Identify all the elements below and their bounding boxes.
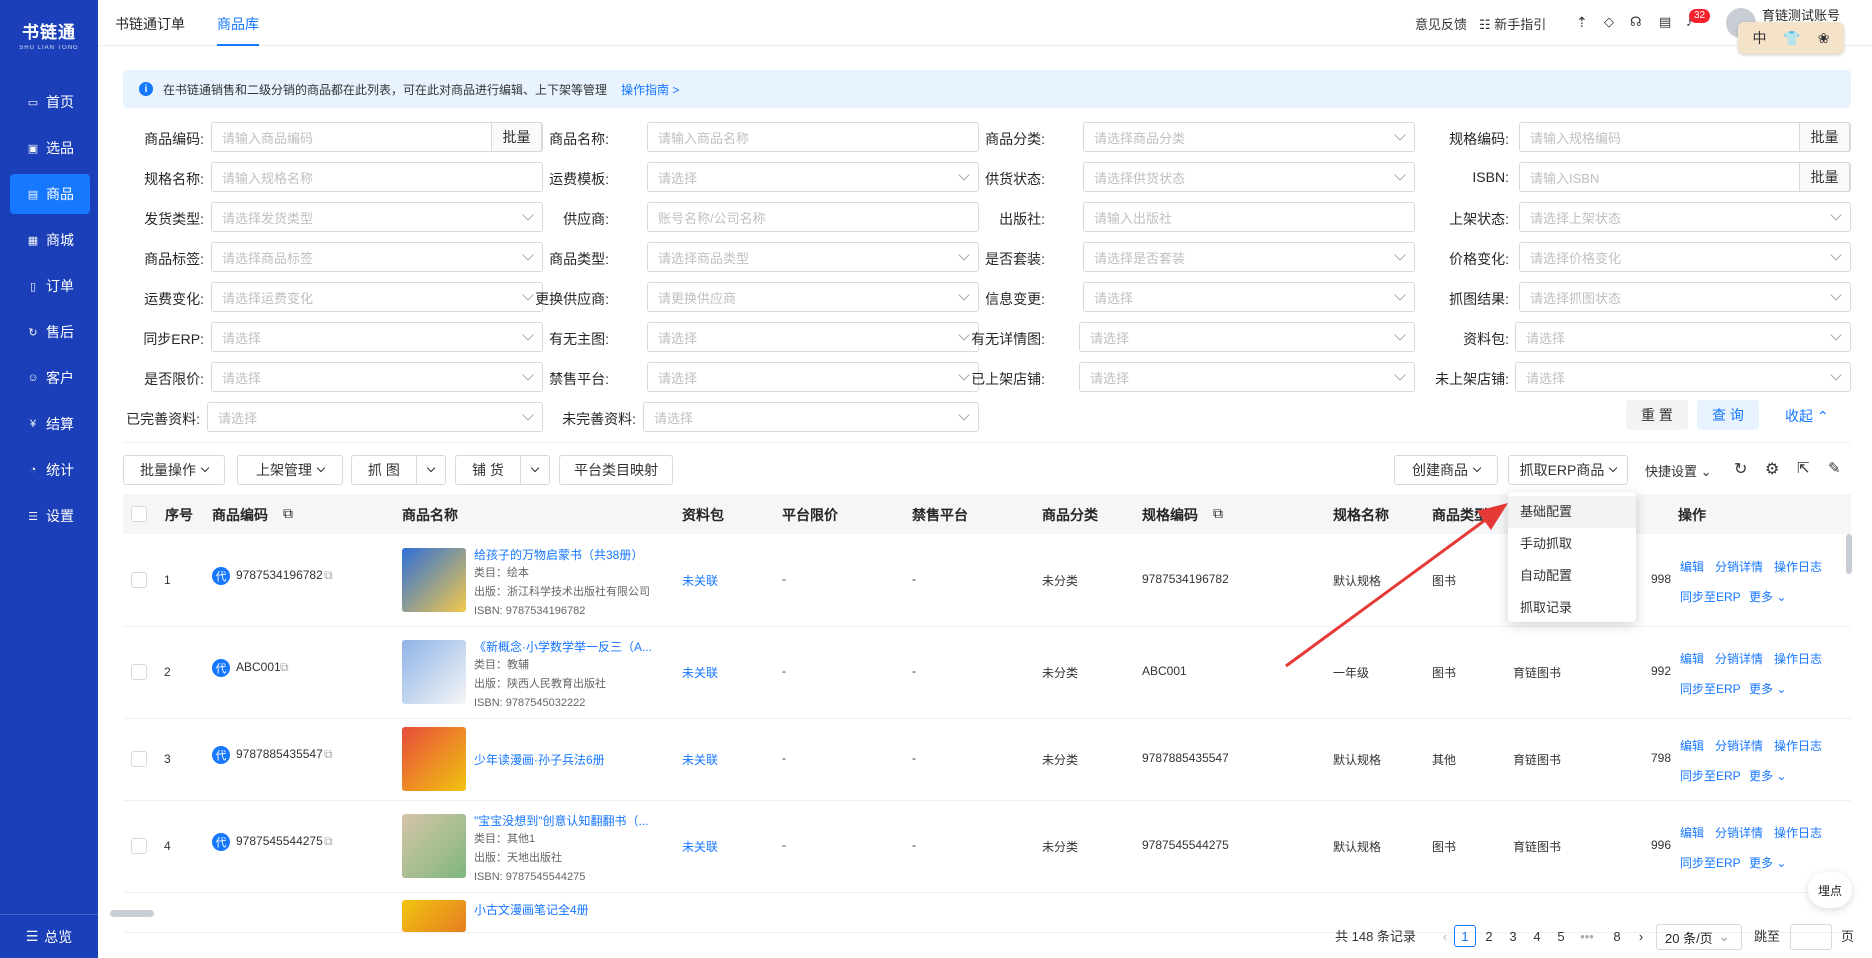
tracking-point-button[interactable]: 埋点 [1808,872,1852,908]
chevron-down-icon: ⌄ [1718,929,1730,944]
page-4[interactable]: 4 [1526,925,1548,947]
jump-page-input[interactable] [1790,924,1832,950]
annotation-arrow [1285,503,1508,668]
page-1[interactable]: 1 [1454,925,1476,947]
horizontal-scrollbar[interactable] [110,910,154,917]
page-unit-label: 页 [1841,929,1855,944]
page-5[interactable]: 5 [1550,925,1572,947]
page-8[interactable]: 8 [1606,925,1628,947]
total-records: 共 148 条记录 [1335,929,1416,944]
jump-label: 跳至 [1754,929,1781,944]
ellipsis-icon[interactable]: ••• [1576,925,1598,947]
page-2[interactable]: 2 [1478,925,1500,947]
page-size-select[interactable]: 20 条/页 ⌄ [1656,924,1742,950]
next-page-icon[interactable]: › [1630,925,1652,947]
page-3[interactable]: 3 [1502,925,1524,947]
vertical-scrollbar[interactable] [1846,534,1852,574]
prev-page-icon[interactable]: ‹ [1434,925,1456,947]
